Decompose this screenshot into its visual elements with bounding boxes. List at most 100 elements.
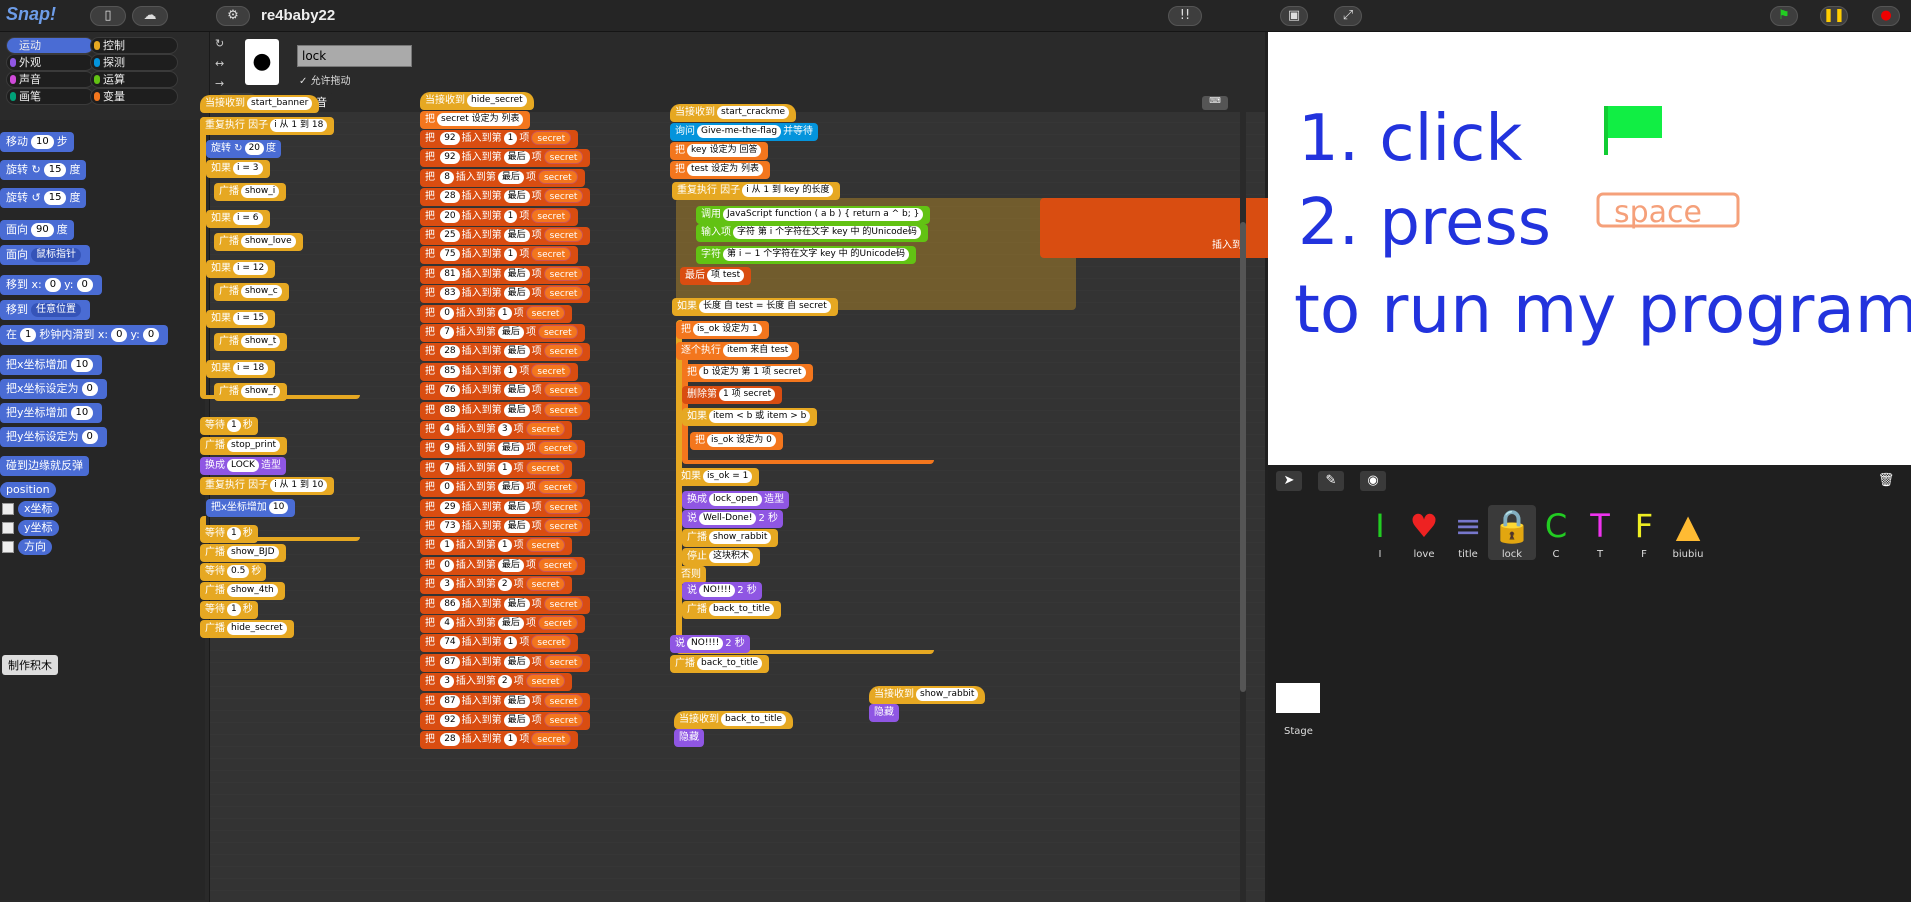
script3-block[interactable]: 说 NO!!!! 2 秒: [682, 582, 762, 600]
insert-item-block[interactable]: 把 81 插入到第 最后项 secret: [420, 265, 591, 284]
script3-block[interactable]: 当接收到 show_rabbit: [869, 686, 986, 704]
goto-block[interactable]: 移到 任意位置: [0, 300, 90, 320]
position-input[interactable]: 最后: [497, 481, 524, 495]
position-input[interactable]: 3: [497, 423, 512, 436]
script3-block[interactable]: 删除第 1 项 secret: [682, 386, 783, 404]
script1-block[interactable]: 广播 show_i: [214, 183, 287, 201]
ypos-checkbox[interactable]: [2, 522, 14, 534]
position-input[interactable]: 最后: [503, 597, 530, 611]
insert-item-block[interactable]: 把 7 插入到第 1 项 secret: [420, 459, 573, 478]
block-input[interactable]: show_4th: [227, 584, 278, 597]
sprite-T[interactable]: TT: [1576, 505, 1624, 560]
fullscreen-stage-icon[interactable]: ⤢: [1334, 6, 1362, 26]
script1-block[interactable]: 旋转 ↻ 20 度: [206, 140, 282, 158]
position-input[interactable]: 最后: [497, 617, 524, 630]
change-y-block[interactable]: 把y坐标增加 10: [0, 403, 103, 423]
insert-item-block[interactable]: 把 4 插入到第 最后项 secret: [420, 615, 585, 633]
point-towards-block[interactable]: 面向 鼠标指针: [0, 245, 90, 265]
block-input[interactable]: show_rabbit: [916, 688, 979, 701]
insert-item-block[interactable]: 把 73 插入到第 最后项 secret: [420, 518, 591, 536]
sprite-love[interactable]: ♥ love: [1400, 505, 1448, 560]
list-variable[interactable]: secret: [543, 286, 584, 301]
block-input[interactable]: 1: [227, 527, 241, 540]
block-input[interactable]: 第 i − 1 个字符在文字 key 中 的Unicode码: [723, 248, 910, 261]
script3-block[interactable]: 广播 show_rabbit: [682, 529, 779, 547]
script3-block[interactable]: 广播 back_to_title: [670, 655, 770, 673]
list-variable[interactable]: secret: [531, 131, 572, 145]
insert-item-block[interactable]: 把 74 插入到第 1 项 secret: [420, 634, 579, 653]
list-variable[interactable]: secret: [543, 693, 584, 708]
block-input[interactable]: i = 6: [233, 212, 263, 225]
script1-block[interactable]: 广播 show_t: [214, 333, 288, 351]
script1-block[interactable]: 广播 show_BJD: [200, 544, 286, 562]
value-input[interactable]: 8: [440, 170, 454, 184]
move-steps-block[interactable]: 移动 10 步: [0, 132, 74, 152]
position-input[interactable]: 最后: [497, 442, 524, 456]
insert-item-block[interactable]: 把 28 插入到第 最后项 secret: [420, 188, 591, 207]
direction-reporter[interactable]: 方向: [18, 539, 52, 555]
block-input[interactable]: 0.5: [227, 565, 250, 578]
block-input[interactable]: hide_secret: [467, 94, 527, 107]
script3-block[interactable]: 把 is_ok 设定为 0: [690, 432, 783, 450]
value-input[interactable]: 28: [440, 345, 460, 359]
list-variable[interactable]: secret: [525, 538, 566, 553]
insert-item-block[interactable]: 把 88 插入到第 最后项 secret: [420, 401, 591, 420]
value-input[interactable]: 1: [440, 539, 454, 553]
script1-block[interactable]: 如果 i = 15: [206, 310, 276, 328]
arrow-tool-icon[interactable]: ➤: [1276, 471, 1302, 491]
block-input[interactable]: back_to_title: [709, 603, 775, 616]
list-variable[interactable]: secret: [543, 344, 584, 359]
value-input[interactable]: 76: [440, 384, 460, 398]
script1-block[interactable]: 如果 i = 3: [206, 160, 270, 178]
category-3[interactable]: 探测: [90, 54, 178, 71]
script1-block[interactable]: 如果 i = 12: [206, 260, 276, 278]
position-input[interactable]: 最后: [503, 267, 530, 281]
list-variable[interactable]: secret: [543, 402, 584, 417]
block-input[interactable]: b 设定为 第 1 项 secret: [699, 366, 806, 379]
value-input[interactable]: 88: [440, 403, 460, 417]
script1-block[interactable]: 等待 0.5 秒: [200, 563, 267, 581]
script1-block[interactable]: 如果 i = 18: [206, 360, 276, 378]
position-input[interactable]: 1: [503, 636, 518, 650]
category-5[interactable]: 运算: [90, 71, 178, 88]
list-variable[interactable]: secret: [543, 189, 584, 204]
position-input[interactable]: 最后: [503, 655, 530, 669]
xpos-checkbox[interactable]: [2, 503, 14, 515]
block-input[interactable]: JavaScript function ( a b ) { return a ^…: [723, 208, 924, 221]
change-x-block[interactable]: 把x坐标增加 10: [0, 355, 103, 375]
script3-block[interactable]: 把 test 设定为 列表: [670, 161, 771, 179]
list-variable[interactable]: secret: [537, 325, 578, 339]
script3-block[interactable]: 调用 JavaScript function ( a b ) { return a…: [696, 206, 931, 224]
list-variable[interactable]: secret: [543, 713, 584, 727]
value-input[interactable]: 87: [440, 655, 460, 669]
category-1[interactable]: 控制: [90, 37, 178, 54]
goto-xy-block[interactable]: 移到 x: 0 y: 0: [0, 275, 102, 295]
camera-icon[interactable]: ◉: [1360, 471, 1386, 491]
script3-block[interactable]: 如果 item < b 或 item > b: [682, 408, 818, 426]
block-input[interactable]: i = 15: [233, 312, 269, 325]
insert-item-block[interactable]: 把 20 插入到第 1 项 secret: [420, 207, 579, 226]
list-variable[interactable]: secret: [525, 422, 566, 436]
position-input[interactable]: 最后: [503, 500, 530, 514]
list-variable[interactable]: secret: [543, 266, 584, 281]
script1-block[interactable]: 等待 1 秒: [200, 601, 258, 619]
script1-block[interactable]: 重复执行 因子 i 从 1 到 10: [200, 477, 335, 495]
stage-thumbnail[interactable]: [1276, 683, 1320, 713]
glide-block[interactable]: 在 1 秒钟内滑到 x: 0 y: 0: [0, 325, 169, 345]
position-input[interactable]: 最后: [503, 520, 530, 533]
script3-block[interactable]: 重复执行 因子 i 从 1 到 key 的长度: [672, 182, 841, 200]
block-input[interactable]: show_c: [241, 285, 282, 298]
script2-head-block[interactable]: 把 secret 设定为 列表: [420, 111, 531, 129]
flip-style-icon[interactable]: ↔: [215, 57, 224, 70]
script3-block[interactable]: 询问 Give-me-the-flag 并等待: [670, 123, 819, 141]
script1-block[interactable]: 等待 1 秒: [200, 525, 258, 543]
position-input[interactable]: 2: [497, 675, 512, 689]
value-input[interactable]: 3: [440, 675, 454, 689]
script3-block[interactable]: 隐藏: [869, 704, 899, 722]
block-input[interactable]: i = 18: [233, 362, 269, 375]
block-input[interactable]: test 设定为 列表: [687, 163, 764, 176]
block-input[interactable]: 项 test: [707, 269, 745, 282]
script3-block[interactable]: 如果 is_ok = 1: [676, 468, 760, 486]
snap-logo[interactable]: Snap!: [6, 4, 56, 25]
insert-item-block[interactable]: 把 87 插入到第 最后项 secret: [420, 692, 591, 711]
